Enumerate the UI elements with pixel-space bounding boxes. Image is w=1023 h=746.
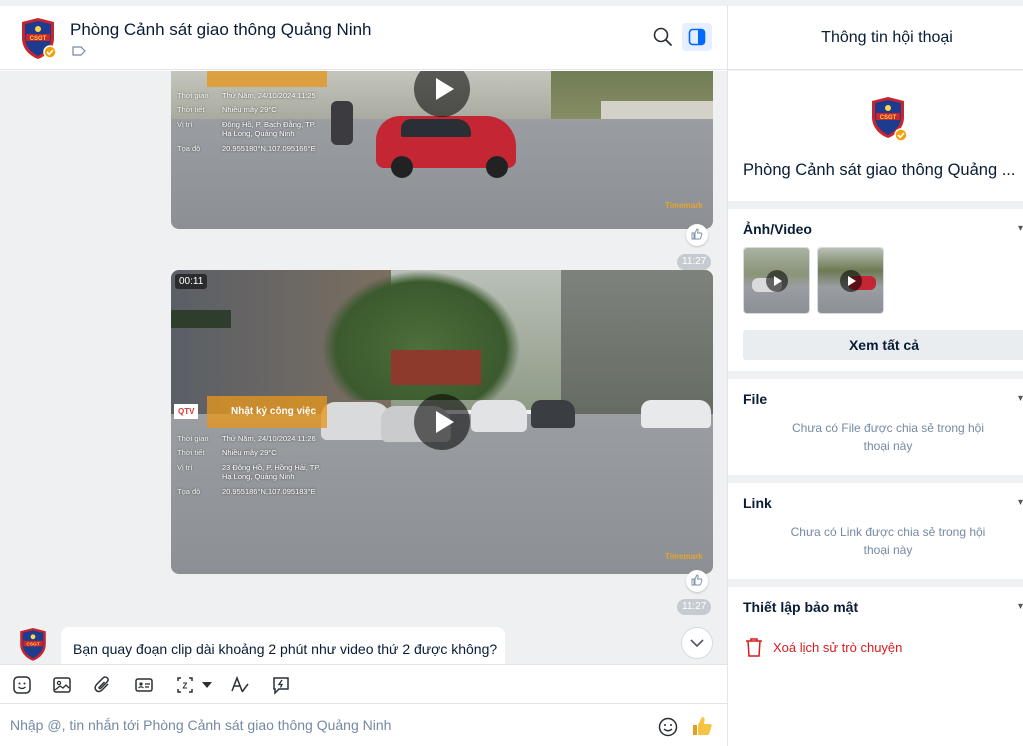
- security-section: Thiết lập bảo mật ▾ Xoá lịch sử trò chuy…: [728, 587, 1023, 746]
- attachment-icon[interactable]: [92, 674, 114, 696]
- panel-title: Thông tin hội thoại: [821, 29, 953, 46]
- quick-message-icon[interactable]: [270, 674, 292, 696]
- media-thumbnail[interactable]: [743, 247, 810, 314]
- stamp-banner: [207, 71, 327, 87]
- video-message[interactable]: 00:11 QTV Nhật ký công việc Thời gian Thứ…: [171, 270, 713, 574]
- video-duration: 00:11: [175, 274, 208, 289]
- toggle-info-panel-button[interactable]: [682, 23, 712, 51]
- sender-avatar[interactable]: CSGT: [17, 626, 49, 662]
- profile-section: CSGT Phòng Cảnh sát giao thông Quảng ...: [728, 71, 1023, 201]
- message-time: 11:27: [677, 599, 712, 615]
- police-badge-avatar[interactable]: CSGT: [18, 16, 58, 60]
- image-icon[interactable]: [51, 674, 73, 696]
- profile-name[interactable]: Phòng Cảnh sát giao thông Quảng ...: [743, 161, 1023, 180]
- sticker-icon[interactable]: [11, 674, 33, 696]
- contact-card-icon[interactable]: [133, 674, 155, 696]
- search-icon[interactable]: [652, 26, 674, 48]
- react-like-button[interactable]: [686, 570, 708, 592]
- text-format-icon[interactable]: [229, 674, 251, 696]
- screenshot-icon[interactable]: Z: [174, 674, 196, 696]
- file-empty-text: Chưa có File được chia sẻ trong hội thoạ…: [791, 421, 985, 453]
- video-message[interactable]: Thời gian Thứ Năm, 24/10/2024 11:25 Thời …: [171, 71, 713, 229]
- chevron-down-icon[interactable]: ▾: [1018, 223, 1023, 234]
- file-section-title[interactable]: File: [743, 391, 767, 407]
- composer-toolbar: Z: [0, 664, 727, 704]
- text-message[interactable]: Bạn quay đoạn clip dài khoảng 2 phút như…: [61, 627, 505, 664]
- chevron-down-icon[interactable]: ▾: [1018, 497, 1023, 508]
- conversation-title[interactable]: Phòng Cảnh sát giao thông Quảng Ninh: [70, 20, 372, 40]
- chevron-down-icon: [690, 639, 704, 648]
- play-icon: [766, 270, 788, 292]
- chat-header: CSGT Phòng Cảnh sát giao thông Quảng Nin…: [0, 6, 727, 70]
- emoji-icon[interactable]: [657, 716, 679, 738]
- play-icon: [840, 270, 862, 292]
- media-section-title[interactable]: Ảnh/Video: [743, 221, 812, 237]
- qtv-logo: QTV: [174, 404, 199, 419]
- chevron-down-icon[interactable]: ▾: [1018, 393, 1023, 404]
- svg-text:Z: Z: [183, 682, 188, 691]
- panel-header: Thông tin hội thoại: [728, 6, 1023, 70]
- security-section-title[interactable]: Thiết lập bảo mật: [743, 599, 858, 615]
- conversation-info-panel: Thông tin hội thoại CSGT Phòng Cảnh sát …: [727, 6, 1023, 746]
- message-composer: [0, 704, 727, 746]
- delete-history-button[interactable]: Xoá lịch sử trò chuyện: [745, 637, 902, 657]
- tag-icon[interactable]: [72, 46, 86, 56]
- message-input[interactable]: [10, 714, 630, 736]
- link-section: Link ▾ Chưa có Link được chia sẻ trong h…: [728, 483, 1023, 579]
- quick-like-icon[interactable]: [690, 714, 714, 738]
- react-like-button[interactable]: [686, 224, 708, 246]
- svg-text:CSGT: CSGT: [26, 642, 39, 648]
- see-all-button[interactable]: Xem tất cả: [743, 330, 1023, 360]
- thumbs-up-icon: [691, 228, 703, 240]
- stamp-banner: Nhật ký công việc: [207, 396, 327, 428]
- link-empty-text: Chưa có Link được chia sẻ trong hội thoạ…: [790, 525, 986, 557]
- svg-text:CSGT: CSGT: [880, 115, 897, 121]
- message-time: 11:27: [677, 254, 712, 270]
- link-section-title[interactable]: Link: [743, 495, 772, 511]
- file-section: File ▾ Chưa có File được chia sẻ trong h…: [728, 379, 1023, 475]
- delete-history-label: Xoá lịch sử trò chuyện: [773, 639, 903, 655]
- media-thumbnail[interactable]: [817, 247, 884, 314]
- sidebar-panel-icon: [688, 28, 706, 46]
- trash-icon: [746, 638, 762, 657]
- stamp-info: Thời gian Thứ Năm, 24/10/2024 11:25 Thời …: [177, 91, 316, 153]
- svg-text:CSGT: CSGT: [30, 36, 47, 42]
- scroll-to-bottom-button[interactable]: [681, 627, 713, 659]
- chat-area: CSGT Phòng Cảnh sát giao thông Quảng Nin…: [0, 6, 727, 746]
- profile-avatar[interactable]: CSGT: [868, 95, 908, 143]
- caret-down-icon[interactable]: [202, 682, 212, 688]
- stamp-info: Thời gian Thứ Năm, 24/10/2024 11:26 Thời …: [177, 434, 321, 496]
- thumbs-up-icon: [691, 574, 703, 586]
- timemark-watermark: Timemark: [665, 552, 703, 561]
- chevron-down-icon[interactable]: ▾: [1018, 601, 1023, 612]
- message-list[interactable]: Thời gian Thứ Năm, 24/10/2024 11:25 Thời …: [0, 71, 727, 664]
- timemark-watermark: Timemark: [665, 201, 703, 210]
- media-section: Ảnh/Video ▾ Xem tất cả: [728, 209, 1023, 371]
- play-icon[interactable]: [414, 394, 470, 450]
